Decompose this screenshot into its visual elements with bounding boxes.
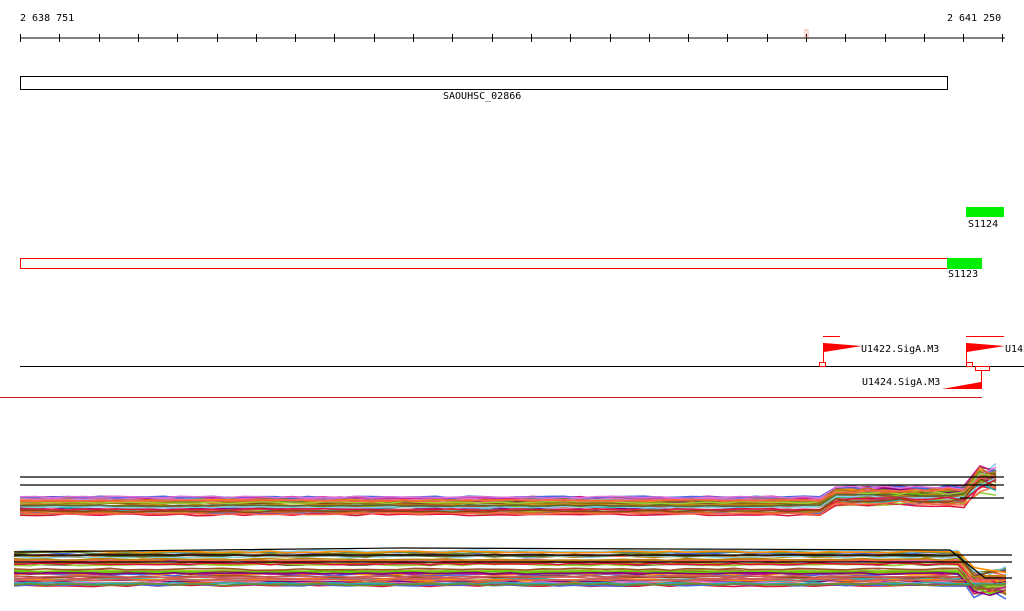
feature-label-S1124: S1124 <box>968 219 999 230</box>
ruler-start-label: 2 638 751 <box>20 13 75 24</box>
motif-U1422[interactable] <box>819 336 863 367</box>
motif-U142x[interactable] <box>966 336 1005 367</box>
feature-bar-S1124[interactable] <box>966 207 1004 217</box>
gene-bar-SAOUHSC_02866[interactable] <box>20 76 948 90</box>
motif-label-U1424: U1424.SigA.M3 <box>862 377 941 388</box>
feature-label-S1123: S1123 <box>948 269 979 280</box>
coordinate-ruler <box>20 34 1005 42</box>
motif-U1424[interactable] <box>942 366 990 390</box>
gene-label: SAOUHSC_02866 <box>443 91 522 102</box>
ruler-end-label: 2 641 250 <box>947 13 1002 24</box>
motif-label-U1422: U1422.SigA.M3 <box>861 344 940 355</box>
motif-label-U142x: U142 <box>1005 344 1024 355</box>
feature-outline-S1123[interactable] <box>20 258 948 269</box>
expression-profiles <box>13 462 1012 600</box>
feature-bar-S1123[interactable] <box>947 258 982 269</box>
